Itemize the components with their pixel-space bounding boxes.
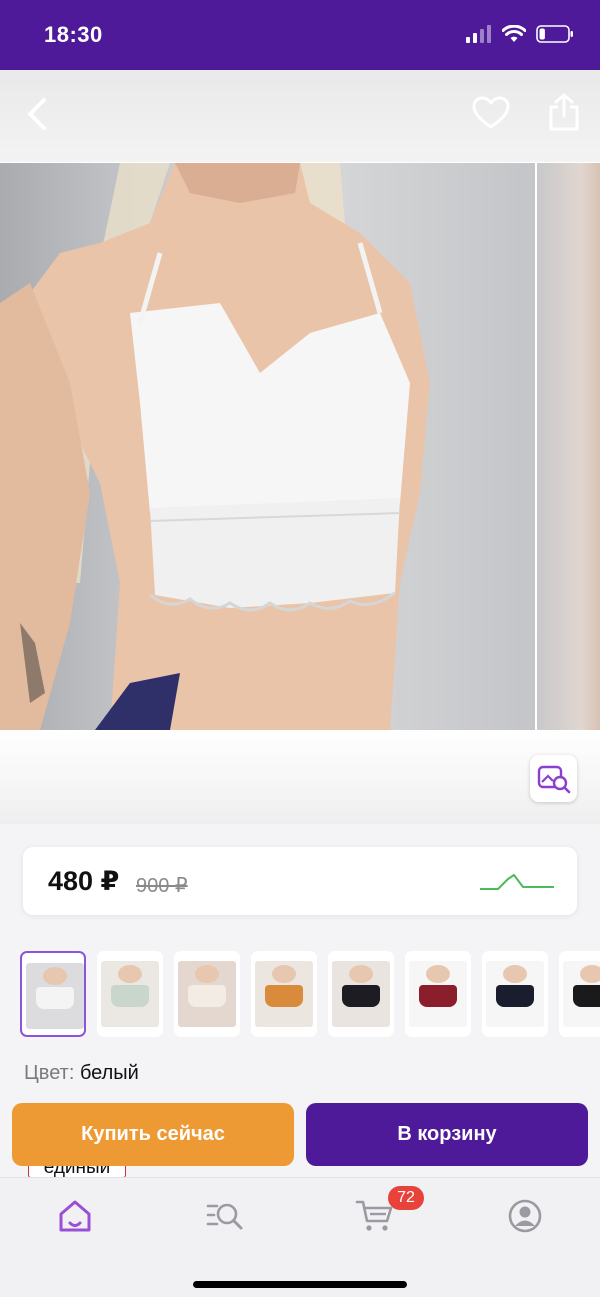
heart-icon [472,96,510,129]
bottom-tab-bar: 72 [0,1177,600,1297]
product-photo[interactable] [0,163,535,730]
status-bar: 18:30 [0,0,600,70]
cart-count-badge: 72 [388,1186,424,1210]
current-price: 480 ₽ [48,866,120,896]
variant-garment [265,985,303,1007]
color-variant-thumb[interactable] [97,951,163,1037]
product-gallery[interactable] [0,70,600,824]
color-label: Цвет: [24,1062,75,1084]
image-search-icon [537,765,570,793]
variant-garment [496,985,534,1007]
product-photo-image [0,163,430,730]
variant-model [503,965,527,983]
color-variant-thumb[interactable] [251,951,317,1037]
variant-garment [188,985,226,1007]
add-to-cart-button[interactable]: В корзину [306,1103,588,1166]
home-icon [59,1200,91,1232]
status-icons [466,24,574,44]
tab-profile[interactable] [500,1196,550,1236]
tab-home[interactable] [50,1196,100,1236]
share-icon [549,93,579,131]
price-trend-icon[interactable] [478,867,556,897]
variant-model [349,965,373,983]
color-variant-thumb[interactable] [20,951,86,1037]
variant-model [195,965,219,983]
price-card: 480 ₽ 900 ₽ [23,847,577,915]
variant-garment [36,987,74,1009]
wifi-icon [502,25,526,42]
share-button[interactable] [546,92,582,132]
color-variant-thumb[interactable] [328,951,394,1037]
variant-garment [419,985,457,1007]
variant-model [118,965,142,983]
variant-model [426,965,450,983]
old-price: 900 ₽ [136,875,188,897]
battery-icon [536,25,573,43]
tab-catalog[interactable] [200,1196,250,1236]
variant-model [272,965,296,983]
favorite-button[interactable] [472,96,510,130]
color-variant-thumb[interactable] [174,951,240,1037]
color-variants [20,951,600,1037]
product-page: 18:30 480 ₽ 900 ₽ Цвет: белый единый Куп… [0,0,600,1297]
variant-garment [573,985,600,1007]
home-indicator [193,1281,407,1288]
chevron-left-icon [28,98,46,130]
profile-icon [508,1199,542,1233]
status-time: 18:30 [44,22,103,47]
variant-model [580,965,600,983]
back-button[interactable] [22,94,54,134]
color-variant-thumb[interactable] [482,951,548,1037]
catalog-search-icon [206,1203,243,1230]
color-info: Цвет: белый [24,1062,139,1085]
buy-now-button[interactable]: Купить сейчас [12,1103,294,1166]
color-variant-thumb[interactable] [559,951,600,1037]
image-search-button[interactable] [530,755,577,802]
next-photo-peek[interactable] [537,163,600,730]
variant-model [43,967,67,985]
signal-icon [466,25,491,43]
variant-garment [111,985,149,1007]
color-variant-thumb[interactable] [405,951,471,1037]
color-value: белый [79,1062,139,1084]
variant-garment [342,985,380,1007]
